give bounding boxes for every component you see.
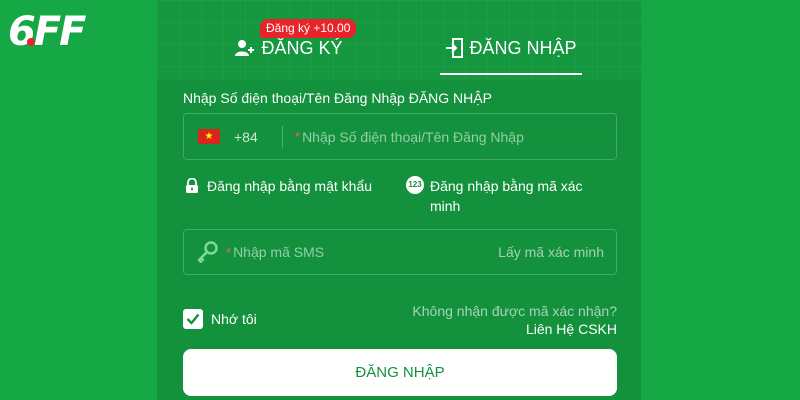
login-with-password-option[interactable]: Đăng nhập bằng mật khẩu xyxy=(185,176,372,196)
get-code-button[interactable]: Lấy mã xác minh xyxy=(498,244,604,260)
remember-me-label: Nhớ tôi xyxy=(211,311,257,327)
login-with-code-option[interactable]: 123 Đăng nhập bằng mã xác minh xyxy=(406,176,616,216)
key-icon xyxy=(197,241,218,263)
account-input[interactable]: ★ +84 * Nhập Số điện thoại/Tên Đăng Nhập xyxy=(183,113,617,160)
country-code[interactable]: +84 xyxy=(234,129,282,145)
login-panel: ĐĂNG KÝ Đăng ký +10.00 ĐĂNG NHẬP Nhập Số… xyxy=(157,0,641,400)
support-help: Không nhận được mã xác nhận? Liên Hệ CSK… xyxy=(412,302,617,338)
required-mark: * xyxy=(295,129,301,144)
required-mark: * xyxy=(226,244,232,260)
lock-icon xyxy=(186,178,198,193)
account-field-label: Nhập Số điện thoại/Tên Đăng Nhập ĐĂNG NH… xyxy=(183,90,492,106)
contact-support-link[interactable]: Liên Hệ CSKH xyxy=(412,320,617,338)
tab-register-label: ĐĂNG KÝ xyxy=(261,37,343,58)
logo-text: 6FF xyxy=(8,9,86,55)
vietnam-flag-icon[interactable]: ★ xyxy=(198,129,220,144)
register-bonus-badge: Đăng ký +10.00 xyxy=(260,19,357,38)
checkbox-box[interactable] xyxy=(183,309,203,329)
add-user-icon xyxy=(235,40,255,56)
tab-login-label: ĐĂNG NHẬP xyxy=(469,37,577,58)
numeric-code-icon: 123 xyxy=(406,176,424,194)
brand-logo[interactable]: 6FF xyxy=(8,8,86,56)
check-icon xyxy=(186,313,200,325)
login-with-code-label: Đăng nhập bằng mã xác minh xyxy=(430,178,583,214)
tab-login[interactable]: ĐĂNG NHẬP xyxy=(440,0,582,76)
sms-code-input[interactable]: * Nhập mã SMS Lấy mã xác minh xyxy=(183,229,617,275)
input-divider xyxy=(282,125,283,148)
login-submit-button[interactable]: ĐĂNG NHẬP xyxy=(183,349,617,396)
login-with-password-label: Đăng nhập bằng mật khẩu xyxy=(207,178,373,194)
remember-me-checkbox[interactable]: Nhớ tôi xyxy=(183,309,257,329)
no-code-question: Không nhận được mã xác nhận? xyxy=(412,303,617,319)
account-placeholder: Nhập Số điện thoại/Tên Đăng Nhập xyxy=(302,128,524,145)
sms-placeholder: Nhập mã SMS xyxy=(233,244,325,260)
logo-dot-icon xyxy=(27,38,35,46)
tab-register[interactable]: ĐĂNG KÝ xyxy=(179,0,399,76)
active-tab-indicator xyxy=(440,73,582,75)
login-door-icon xyxy=(446,38,464,58)
